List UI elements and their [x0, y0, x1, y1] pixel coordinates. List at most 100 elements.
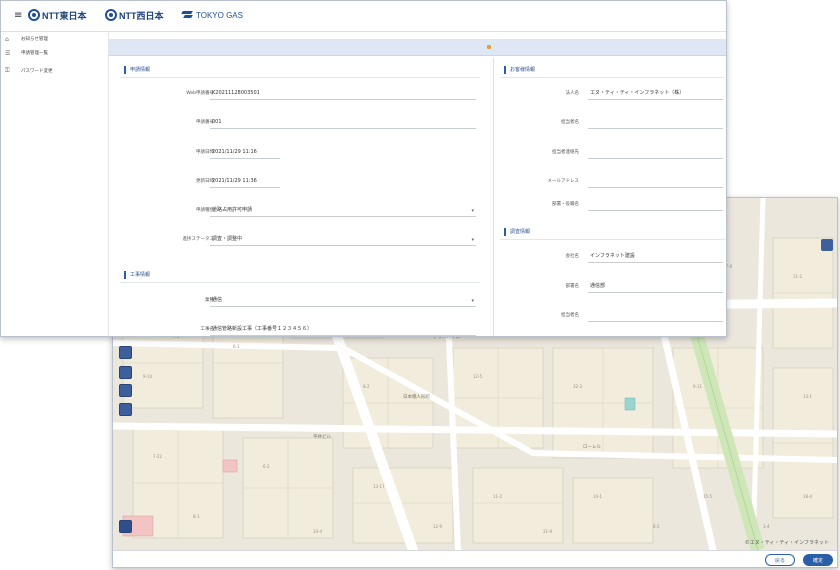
- field-survey-contact: 担当者名: [494, 310, 726, 322]
- svg-text:6-1: 6-1: [233, 344, 240, 349]
- field-construction-name: 工事名 通信管路新設工事（工事番号１２３４５６）: [114, 324, 486, 336]
- field-survey-company: 会社名 インフラネット建設: [494, 251, 726, 263]
- svg-text:15-5: 15-5: [703, 494, 713, 499]
- field-contact-phone: 担当者連絡先: [494, 147, 726, 159]
- field-label: 工事名: [200, 327, 215, 332]
- brand-east-text: NTT東日本: [42, 10, 87, 21]
- section-title-survey: 調査情報: [504, 228, 530, 236]
- department-input[interactable]: [588, 199, 723, 211]
- app-header: ≡ NTT東日本 NTT西日本 TOKYO GAS: [1, 1, 726, 32]
- survey-department-input[interactable]: 通信部: [588, 281, 723, 293]
- contact-phone-input[interactable]: [588, 147, 723, 159]
- hamburger-menu-icon[interactable]: ≡: [14, 11, 22, 21]
- industry-value: 通信: [212, 297, 223, 303]
- svg-text:日本橋人形町: 日本橋人形町: [403, 393, 430, 400]
- field-label: 申請番号: [196, 120, 214, 125]
- field-industry: 業種 通信 ▾: [114, 295, 486, 307]
- section-title-application: 申請情報: [124, 66, 150, 74]
- svg-text:8-1: 8-1: [193, 514, 200, 519]
- svg-text:32-3: 32-3: [573, 384, 583, 389]
- map-settings-button[interactable]: [821, 239, 833, 251]
- section-divider: [120, 282, 480, 283]
- field-label: 更新日時: [196, 179, 214, 184]
- progress-status-select[interactable]: 調査・調整中 ▾: [210, 234, 476, 246]
- svg-text:13-1: 13-1: [803, 394, 813, 399]
- map-zoom-in-button[interactable]: [119, 346, 132, 359]
- svg-text:12-9: 12-9: [433, 524, 443, 529]
- field-label: Web申請番号: [186, 91, 214, 96]
- sidebar-item-applications[interactable]: ☰ 申請管理一覧: [5, 48, 48, 58]
- ntt-east-logo: NTT東日本: [28, 8, 87, 22]
- field-label: メールアドレス: [547, 179, 580, 184]
- industry-select[interactable]: 通信 ▾: [210, 295, 476, 307]
- survey-contact-input[interactable]: [588, 310, 723, 322]
- svg-text:18-4: 18-4: [803, 494, 813, 499]
- application-date-value: 2021/11/29 11:16: [210, 147, 280, 159]
- construction-name-input[interactable]: 通信管路新設工事（工事番号１２３４５６）: [210, 324, 476, 336]
- field-label: 部署・役職名: [552, 202, 579, 207]
- map-zoom-out-button[interactable]: [119, 366, 132, 379]
- tokyo-gas-logo: TOKYO GAS: [181, 8, 243, 22]
- svg-text:14-1: 14-1: [593, 494, 603, 499]
- section-divider: [500, 77, 725, 78]
- svg-text:8-2: 8-2: [653, 524, 660, 529]
- svg-text:21-9: 21-9: [543, 529, 553, 534]
- tokyo-gas-mark-icon: [181, 10, 194, 20]
- section-divider: [120, 77, 480, 78]
- field-label: 担当者名: [561, 120, 579, 125]
- map-footer: 戻る 確定: [113, 550, 837, 567]
- field-progress-status: 進捗ステータス 調査・調整中 ▾: [114, 234, 486, 246]
- svg-text:11-2: 11-2: [493, 494, 503, 499]
- confirm-button[interactable]: 確定: [803, 554, 833, 566]
- brand-gas-text: TOKYO GAS: [196, 10, 243, 20]
- content-toolbar: [109, 39, 726, 56]
- svg-text:ローレル: ローレル: [583, 444, 601, 450]
- field-label: 担当者連絡先: [552, 150, 579, 155]
- contact-name-input[interactable]: [588, 117, 723, 129]
- field-label: 業種: [205, 298, 214, 303]
- updated-date-value: 2021/11/29 11:36: [210, 176, 280, 188]
- field-label: 進捗ステータス: [182, 237, 215, 242]
- brand-west-text: NTT西日本: [119, 10, 164, 21]
- field-label: 部署名: [565, 284, 580, 289]
- svg-text:12-5: 12-5: [473, 374, 483, 379]
- application-type-select[interactable]: 道路占用許可申請 ▾: [210, 205, 476, 217]
- progress-status-value: 調査・調整中: [212, 236, 243, 242]
- email-input[interactable]: [588, 176, 723, 188]
- company-value: エヌ・ティ・ティ・インフラネット（株）: [588, 88, 723, 100]
- field-updated-date: 更新日時 2021/11/29 11:36: [114, 176, 486, 188]
- field-application-type: 申請種別 道路占用許可申請 ▾: [114, 205, 486, 217]
- field-label: 申請日時: [196, 150, 214, 155]
- field-label: 法人名: [565, 91, 580, 96]
- form-window: ≡ NTT東日本 NTT西日本 TOKYO GAS ⌂ お知らせ管理 ☰ 申請管…: [0, 0, 727, 337]
- svg-text:9-14: 9-14: [143, 374, 153, 379]
- field-label: 会社名: [565, 254, 580, 259]
- ntt-mark-icon: [28, 9, 40, 21]
- sidebar-item-label: パスワード変更: [21, 69, 53, 74]
- field-web-number: Web申請番号 K20211128003501: [114, 88, 486, 100]
- field-contact-name: 担当者名: [494, 117, 726, 129]
- back-button[interactable]: 戻る: [765, 554, 795, 566]
- map-layers-button[interactable]: [119, 520, 132, 533]
- survey-company-input[interactable]: インフラネット建設: [588, 251, 723, 263]
- sidebar-item-password[interactable]: ⚿ パスワード変更: [5, 66, 53, 76]
- field-email: メールアドレス: [494, 176, 726, 188]
- map-draw-button[interactable]: [119, 384, 132, 397]
- svg-text:11-2: 11-2: [793, 274, 803, 279]
- svg-text:7-22: 7-22: [153, 454, 163, 459]
- map-measure-button[interactable]: [119, 403, 132, 416]
- application-number-value: 001: [210, 117, 476, 129]
- field-label: 担当者名: [561, 313, 579, 318]
- sidebar-item-label: 申請管理一覧: [21, 51, 48, 56]
- svg-text:3-4: 3-4: [763, 524, 770, 529]
- left-panel: 申請情報 Web申請番号 K20211128003501 申請番号 001 申請…: [114, 58, 486, 336]
- application-type-value: 道路占用許可申請: [212, 207, 253, 213]
- section-title-customer: お客様情報: [504, 66, 535, 74]
- svg-text:8-2: 8-2: [363, 384, 370, 389]
- chevron-down-icon: ▾: [471, 208, 474, 214]
- home-icon: ⌂: [5, 35, 9, 43]
- section-divider: [500, 239, 725, 240]
- svg-text:9-11: 9-11: [693, 384, 703, 389]
- sidebar-item-notices[interactable]: ⌂ お知らせ管理: [5, 34, 48, 44]
- field-survey-department: 部署名 通信部: [494, 281, 726, 293]
